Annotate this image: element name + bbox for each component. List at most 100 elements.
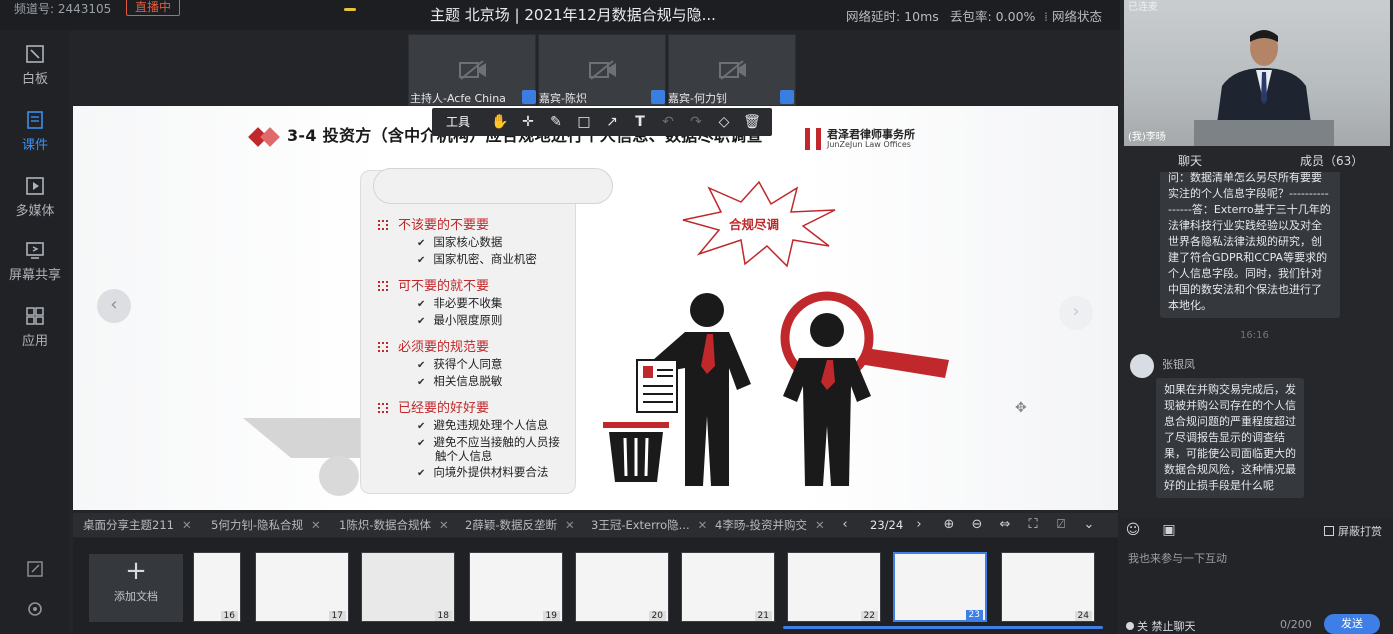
slide-thumbnail-selected[interactable]: 23	[893, 552, 987, 622]
pen-icon[interactable]: ✎	[546, 112, 566, 132]
guest-name: 嘉宾-何力钊	[668, 92, 727, 105]
speaker-video[interactable]: 已连麦 (我)李旸	[1124, 0, 1390, 146]
check-icon: ✔	[417, 316, 426, 327]
send-button[interactable]: 发送	[1324, 614, 1380, 634]
block-tips-toggle[interactable]: 屏蔽打赏	[1324, 523, 1382, 539]
check-item-text: 获得个人同意	[433, 357, 503, 371]
doc-tab[interactable]: 3王冠-Exterro隐... ✕	[591, 513, 707, 537]
eraser-icon[interactable]: ◇	[714, 112, 734, 132]
prev-page-icon[interactable]: ‹	[835, 515, 855, 535]
check-icon: ✔	[417, 377, 426, 388]
sidebar-item-whiteboard[interactable]: 白板	[0, 36, 70, 98]
sidebar-item-screen-share[interactable]: 屏幕共享	[0, 232, 70, 294]
pointer-icon[interactable]: ✛	[518, 112, 538, 132]
scroll-shadow	[243, 418, 363, 458]
chat-message: 如果在并购交易完成后，发现被并购公司存在的个人信息合规问题的严重程度超过了尽调报…	[1156, 378, 1304, 498]
emoji-icon[interactable]: ☺	[1124, 522, 1142, 540]
external-link-icon[interactable]	[26, 560, 44, 578]
screen-share-icon	[26, 242, 44, 259]
collapse-icon[interactable]: ⌄	[1079, 515, 1099, 535]
slide-thumbnail[interactable]: 21	[681, 552, 775, 622]
text-icon[interactable]: T	[630, 112, 650, 132]
live-badge: 直播中	[126, 0, 181, 16]
zoom-out-icon[interactable]: ⊖	[967, 515, 987, 535]
tab-members[interactable]: 成员（63）	[1300, 152, 1363, 169]
fullscreen-icon[interactable]: ⛶	[1023, 515, 1043, 535]
camera-off-icon	[589, 60, 616, 80]
sidebar-item-label: 应用	[21, 334, 48, 349]
check-icon: ✔	[417, 360, 426, 371]
panel-tabs: 聊天 成员（63）	[1120, 148, 1393, 172]
mute-chat-label: 关 禁止聊天	[1137, 620, 1196, 633]
channel-id: 频道号: 2443105	[14, 2, 112, 16]
doc-tab[interactable]: 桌面分享主题211 ✕	[83, 513, 192, 537]
check-item: ✔ 向境外提供材料要合法	[417, 464, 548, 480]
tab-chat[interactable]: 聊天	[1178, 152, 1202, 169]
check-icon: ✔	[417, 438, 426, 449]
sidebar-item-media[interactable]: 多媒体	[0, 168, 70, 230]
sidebar-item-courseware[interactable]: 课件	[0, 102, 70, 164]
doc-tab[interactable]: 5何力钊-隐私合规 ✕	[211, 513, 321, 537]
block-tips-label: 屏蔽打赏	[1338, 525, 1382, 538]
slide-viewport[interactable]: 3-4 投资方（含中介机构）应合规地进行个人信息、数据尽职调查 君泽君律师事务所…	[73, 106, 1118, 510]
chat-list[interactable]: 问：数据清单怎么另尽所有要要实注的个人信息字段呢？---------------…	[1120, 172, 1393, 514]
check-item-text: 向境外提供材料要合法	[433, 465, 549, 479]
prev-slide-button[interactable]: ‹	[97, 289, 131, 323]
video-label-host: 主持人-Acfe China	[410, 92, 506, 105]
live-indicator-icon	[344, 8, 356, 11]
check-icon: ✔	[417, 299, 426, 310]
slide-thumbnail[interactable]: 16	[193, 552, 241, 622]
packet-loss-readout: 丢包率: 0.00%	[950, 9, 1036, 24]
undo-icon[interactable]: ↶	[658, 112, 678, 132]
slide-thumbnail[interactable]: 17	[255, 552, 349, 622]
slide-thumbnail[interactable]: 24	[1001, 552, 1095, 622]
thumbnail-number: 22	[860, 611, 878, 621]
section-heading-text: 不该要的不要要	[398, 218, 490, 233]
close-icon[interactable]: ✕	[698, 518, 708, 532]
close-icon[interactable]: ✕	[565, 518, 575, 532]
move-cursor-icon: ✥	[1015, 400, 1027, 416]
doc-tab-label: 桌面分享主题211	[83, 518, 174, 532]
hand-icon[interactable]: ✋	[490, 112, 510, 132]
slide-thumbnail[interactable]: 19	[469, 552, 563, 622]
sidebar-item-apps[interactable]: 应用	[0, 298, 70, 360]
thumbnail-scrollbar[interactable]	[783, 626, 1103, 629]
video-label-guest-2: 嘉宾-何力钊	[651, 90, 727, 106]
arrow-icon[interactable]: ↗	[602, 112, 622, 132]
close-icon[interactable]: ✕	[815, 518, 825, 532]
next-page-icon[interactable]: ›	[909, 515, 929, 535]
close-icon[interactable]: ✕	[439, 518, 449, 532]
zoom-in-icon[interactable]: ⊕	[939, 515, 959, 535]
image-icon[interactable]: ▣	[1160, 522, 1178, 540]
thumbnail-number: 24	[1074, 611, 1092, 621]
doc-tab[interactable]: 4李旸-投资并购交 ✕	[715, 513, 825, 537]
slide-thumbnail[interactable]: 18	[361, 552, 455, 622]
check-icon: ✔	[417, 255, 426, 266]
thumbnail-number: 16	[220, 611, 238, 621]
close-icon[interactable]: ✕	[311, 518, 321, 532]
rect-icon[interactable]: □	[574, 112, 594, 132]
check-icon: ✔	[417, 421, 426, 432]
mute-chat-toggle[interactable]: 关 禁止聊天	[1126, 618, 1196, 634]
pen-off-icon[interactable]: ⍁	[1051, 515, 1071, 535]
slide-thumbnail[interactable]: 20	[575, 552, 669, 622]
network-status-button[interactable]: ⁞ 网络状态	[1044, 6, 1102, 25]
add-document-button[interactable]: + 添加文档	[89, 554, 183, 622]
redo-icon[interactable]: ↷	[686, 112, 706, 132]
section-heading: 不该要的不要要	[378, 214, 489, 233]
document-tabs: 桌面分享主题211 ✕ 5何力钊-隐私合规 ✕ 1陈炽-数据合规体 ✕ 2薛颖-数据反…	[73, 513, 1118, 537]
trash-icon[interactable]: 🗑	[742, 112, 762, 132]
next-slide-button[interactable]: ›	[1059, 296, 1093, 330]
fit-width-icon[interactable]: ⇔	[995, 515, 1015, 535]
close-icon[interactable]: ✕	[182, 518, 192, 532]
chat-input[interactable]: 我也来参与一下互动	[1128, 550, 1227, 566]
settings-icon[interactable]	[26, 600, 44, 618]
chat-input-area: ☺ ▣ 屏蔽打赏 我也来参与一下互动 关 禁止聊天 0/200 发送	[1120, 518, 1393, 634]
doc-tab-label: 5何力钊-隐私合规	[211, 518, 303, 532]
slide-thumbnail[interactable]: 22	[787, 552, 881, 622]
doc-tab[interactable]: 1陈炽-数据合规体 ✕	[339, 513, 449, 537]
page-indicator: 23/24	[870, 518, 904, 532]
thumbnail-number: 18	[434, 611, 452, 621]
doc-tab[interactable]: 2薛颖-数据反垄断 ✕	[465, 513, 575, 537]
tools-label[interactable]: 工具	[446, 113, 470, 130]
